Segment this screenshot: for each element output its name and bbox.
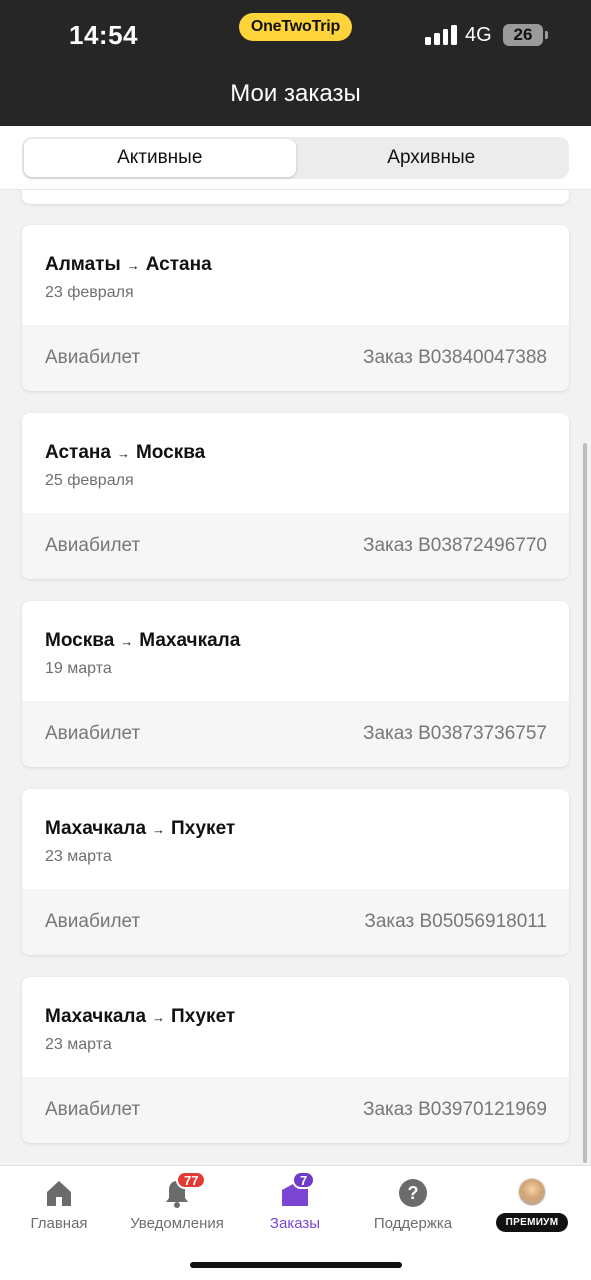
order-card[interactable]: Алматы → Астана 23 февраля Авиабилет Зак… bbox=[22, 225, 569, 391]
order-type: Авиабилет bbox=[45, 1099, 141, 1120]
order-type: Авиабилет bbox=[45, 911, 141, 932]
orders-badge: 7 bbox=[292, 1171, 316, 1189]
nav-support-label: Поддержка bbox=[373, 1215, 453, 1232]
order-card[interactable]: Астана → Москва 25 февраля Авиабилет Зак… bbox=[22, 413, 569, 579]
brand-logo: OneTwoTrip bbox=[239, 13, 352, 41]
nav-notifications-label: Уведомления bbox=[130, 1215, 224, 1232]
order-card[interactable]: Махачкала → Пхукет 23 марта Авиабилет За… bbox=[22, 789, 569, 955]
nav-home[interactable]: Главная bbox=[0, 1178, 118, 1238]
nav-notifications[interactable]: 77 Уведомления bbox=[118, 1171, 236, 1238]
order-date: 19 марта bbox=[45, 660, 112, 677]
route-from: Махачкала bbox=[45, 818, 147, 839]
route-to: Москва bbox=[135, 442, 206, 463]
order-card[interactable]: Москва → Махачкала 19 марта Авиабилет За… bbox=[22, 601, 569, 767]
order-number: Заказ B03970121969 bbox=[362, 1099, 547, 1120]
order-route: Махачкала → Пхукет bbox=[45, 1006, 235, 1028]
avatar bbox=[518, 1178, 546, 1206]
route-from: Алматы bbox=[45, 254, 121, 275]
premium-badge: ПРЕМИУМ bbox=[495, 1213, 569, 1232]
order-card[interactable]: Махачкала → Пхукет 23 марта Авиабилет За… bbox=[22, 977, 569, 1143]
status-time: 14:54 bbox=[69, 20, 138, 50]
order-type: Авиабилет bbox=[45, 723, 141, 744]
route-from: Махачкала bbox=[45, 1006, 147, 1027]
order-footer: Авиабилет Заказ B03872496770 bbox=[22, 513, 569, 579]
notifications-badge: 77 bbox=[176, 1171, 207, 1189]
order-route: Алматы → Астана bbox=[45, 254, 212, 276]
order-number: Заказ B03872496770 bbox=[362, 535, 547, 556]
tab-active[interactable]: Активные bbox=[24, 139, 296, 177]
order-card-partial[interactable] bbox=[22, 190, 569, 204]
route-to: Астана bbox=[145, 254, 212, 275]
network-type: 4G bbox=[465, 24, 492, 46]
question-icon: ? bbox=[398, 1178, 428, 1208]
battery-icon: 26 bbox=[503, 24, 548, 46]
tab-archive[interactable]: Архивные bbox=[296, 139, 568, 177]
order-date: 25 февраля bbox=[45, 472, 134, 489]
arrow-right-icon: → bbox=[116, 445, 130, 461]
home-icon bbox=[44, 1178, 74, 1208]
order-number: Заказ B03873736757 bbox=[362, 723, 547, 744]
order-footer: Авиабилет Заказ B03873736757 bbox=[22, 701, 569, 767]
orders-tabs: Активные Архивные bbox=[22, 137, 569, 179]
nav-profile[interactable]: ПРЕМИУМ bbox=[473, 1178, 591, 1238]
nav-orders-label: Заказы bbox=[269, 1215, 321, 1232]
arrow-right-icon: → bbox=[120, 633, 134, 649]
order-date: 23 марта bbox=[45, 1036, 112, 1053]
order-date: 23 февраля bbox=[45, 284, 134, 301]
scrollbar[interactable] bbox=[583, 443, 587, 1163]
route-from: Астана bbox=[45, 442, 111, 463]
arrow-right-icon: → bbox=[126, 257, 140, 273]
order-footer: Авиабилет Заказ B03970121969 bbox=[22, 1077, 569, 1143]
route-from: Москва bbox=[45, 630, 115, 651]
app-header: 14:54 OneTwoTrip 4G 26 Мои заказы bbox=[0, 0, 591, 126]
route-to: Пхукет bbox=[171, 818, 236, 839]
order-date: 23 марта bbox=[45, 848, 112, 865]
route-to: Пхукет bbox=[171, 1006, 236, 1027]
order-type: Авиабилет bbox=[45, 347, 141, 368]
signal-icon bbox=[425, 25, 457, 45]
order-number: Заказ B03840047388 bbox=[362, 347, 547, 368]
nav-orders[interactable]: 7 Заказы bbox=[236, 1171, 354, 1238]
nav-home-label: Главная bbox=[30, 1215, 88, 1232]
route-to: Махачкала bbox=[139, 630, 241, 651]
order-type: Авиабилет bbox=[45, 535, 141, 556]
home-indicator bbox=[190, 1262, 402, 1268]
order-route: Москва → Махачкала bbox=[45, 630, 240, 652]
bag-icon: 7 bbox=[280, 1171, 316, 1208]
nav-support[interactable]: ? Поддержка bbox=[354, 1178, 472, 1238]
svg-text:?: ? bbox=[408, 1183, 419, 1203]
arrow-right-icon: → bbox=[152, 821, 166, 837]
bell-icon: 77 bbox=[162, 1171, 207, 1208]
arrow-right-icon: → bbox=[152, 1009, 166, 1025]
order-footer: Авиабилет Заказ B05056918011 bbox=[22, 889, 569, 955]
order-route: Махачкала → Пхукет bbox=[45, 818, 235, 840]
order-number: Заказ B05056918011 bbox=[364, 911, 547, 932]
order-route: Астана → Москва bbox=[45, 442, 205, 464]
orders-list[interactable]: Алматы → Астана 23 февраля Авиабилет Зак… bbox=[0, 190, 591, 1165]
page-title: Мои заказы bbox=[230, 80, 361, 107]
order-footer: Авиабилет Заказ B03840047388 bbox=[22, 325, 569, 391]
